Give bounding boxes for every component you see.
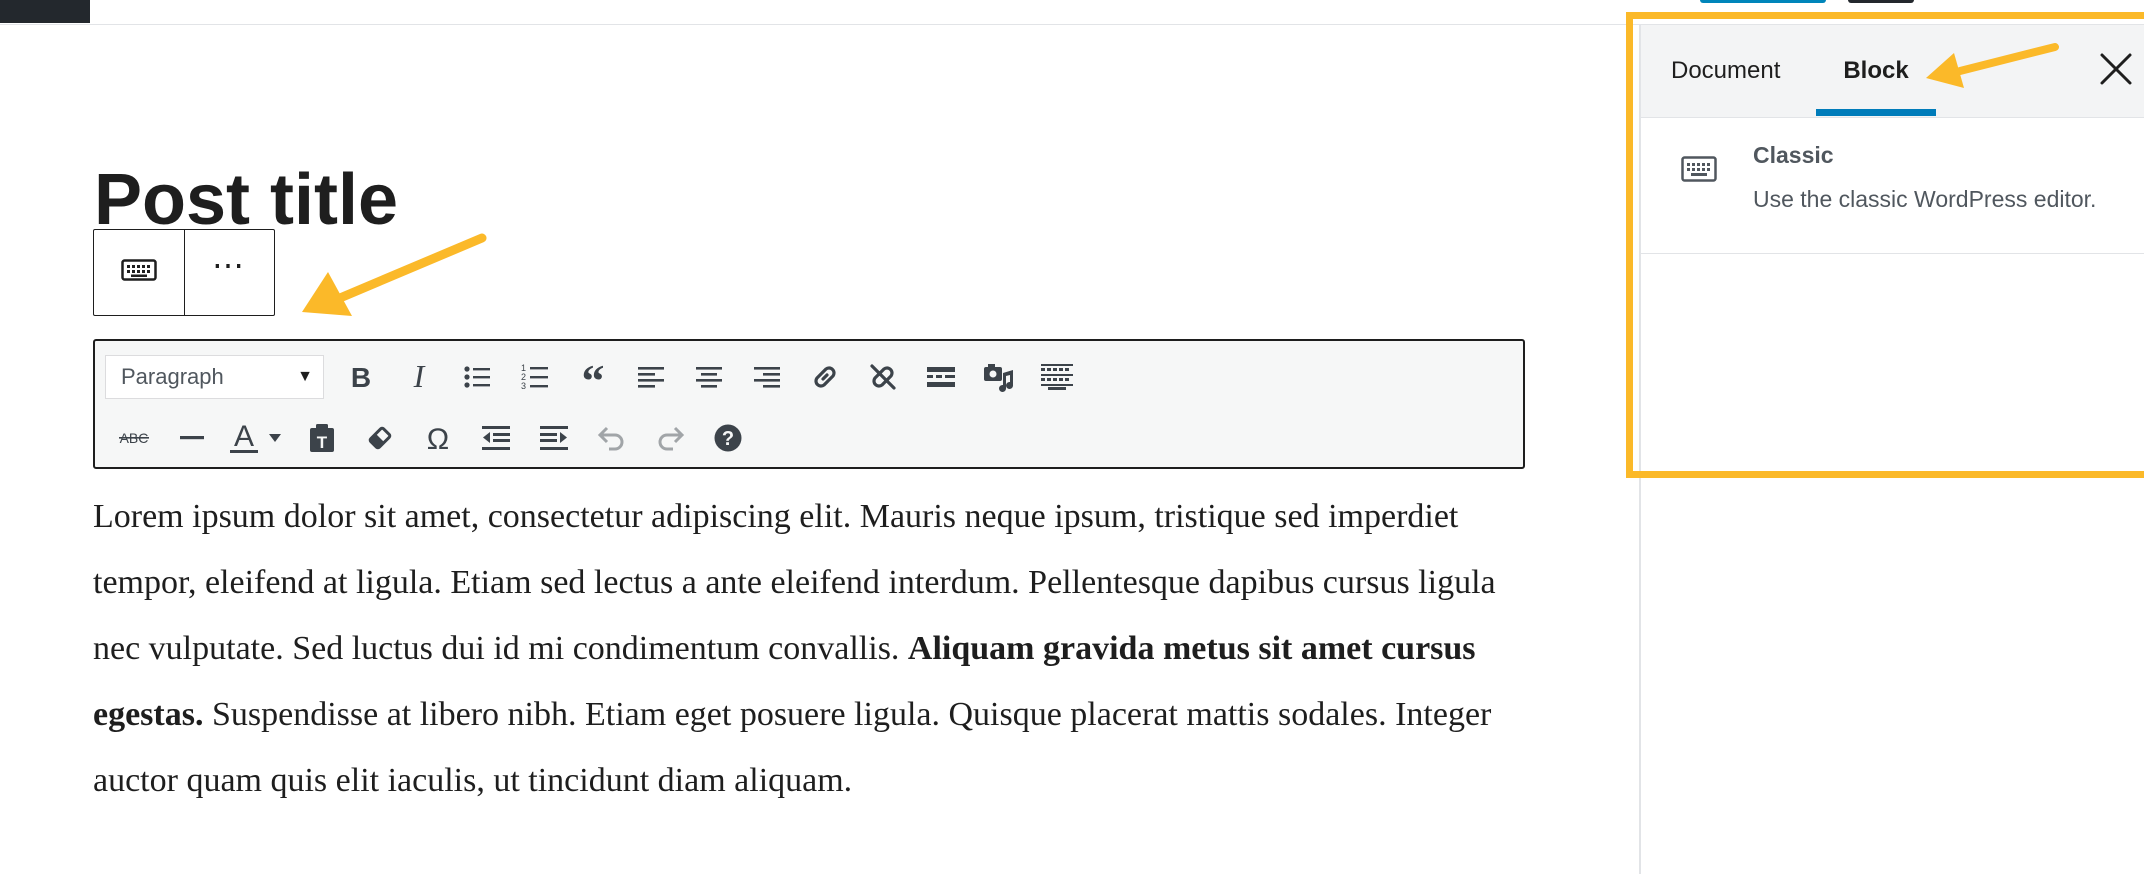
svg-text:?: ? [722,428,734,450]
sidebar-header: Document Block [1641,25,2144,118]
keyboard-icon [1681,156,1717,187]
svg-text:I: I [413,362,426,392]
help-icon[interactable]: ? [699,415,757,461]
italic-icon[interactable]: I [390,354,448,400]
block-card-title: Classic [1753,142,1834,168]
strikethrough-icon[interactable]: ABC [105,415,163,461]
horizontal-line-icon[interactable] [163,415,221,461]
settings-sidebar: Document Block Classic Use the classic W… [1641,25,2144,874]
block-card: Classic Use the classic WordPress editor… [1641,118,2144,254]
caret-down-icon: ▼ [297,368,313,385]
clear-formatting-icon[interactable] [351,415,409,461]
svg-text:B: B [351,362,371,392]
active-tab-indicator [1816,109,1936,116]
content-text-end: Suspendisse at libero nibh. Etiam eget p… [93,696,1492,799]
numbered-list-icon[interactable]: 123 [506,354,564,400]
redo-icon[interactable] [641,415,699,461]
undo-icon[interactable] [583,415,641,461]
format-select[interactable]: Paragraph ▼ [105,355,324,399]
block-toolbar: ⋯ [93,229,275,316]
settings-toggle-button[interactable] [1848,0,1914,3]
classic-editor-toolbar: Paragraph ▼ B I 123 “ ABC A T Ω ? [93,339,1525,469]
read-more-icon[interactable] [912,354,970,400]
bulleted-list-icon[interactable] [448,354,506,400]
toolbar-row-2: ABC A T Ω ? [105,415,757,461]
tab-document[interactable]: Document [1671,25,1780,117]
align-right-icon[interactable] [738,354,796,400]
toolbar-toggle-icon[interactable] [1028,354,1086,400]
format-select-value: Paragraph [121,364,224,389]
toolbar-row-1: Paragraph ▼ B I 123 “ [105,354,1086,400]
svg-text:“: “ [582,364,605,390]
align-center-icon[interactable] [680,354,738,400]
align-left-icon[interactable] [622,354,680,400]
tab-block[interactable]: Block [1816,25,1936,117]
close-icon [2099,52,2133,91]
text-color-icon[interactable]: A [221,415,293,461]
decrease-indent-icon[interactable] [467,415,525,461]
close-sidebar-button[interactable] [2096,51,2136,91]
blockquote-icon[interactable]: “ [564,354,622,400]
more-options-label: ⋯ [212,246,247,283]
paste-as-text-icon[interactable]: T [293,415,351,461]
special-character-icon[interactable]: Ω [409,415,467,461]
insert-link-icon[interactable] [796,354,854,400]
block-type-button[interactable] [94,230,184,315]
keyboard-icon [121,259,157,286]
remove-link-icon[interactable] [854,354,912,400]
more-options-button[interactable]: ⋯ [184,230,274,315]
increase-indent-icon[interactable] [525,415,583,461]
bold-icon[interactable]: B [332,354,390,400]
classic-content[interactable]: Lorem ipsum dolor sit amet, consectetur … [93,484,1533,814]
svg-text:T: T [317,433,328,452]
svg-text:Ω: Ω [427,423,449,453]
add-media-icon[interactable] [970,354,1028,400]
admin-bar-corner [0,0,90,23]
svg-text:3: 3 [521,381,526,391]
text-color-glyph: A [234,421,254,453]
block-card-description: Use the classic WordPress editor. [1753,186,2097,212]
publish-button[interactable] [1700,0,1826,3]
